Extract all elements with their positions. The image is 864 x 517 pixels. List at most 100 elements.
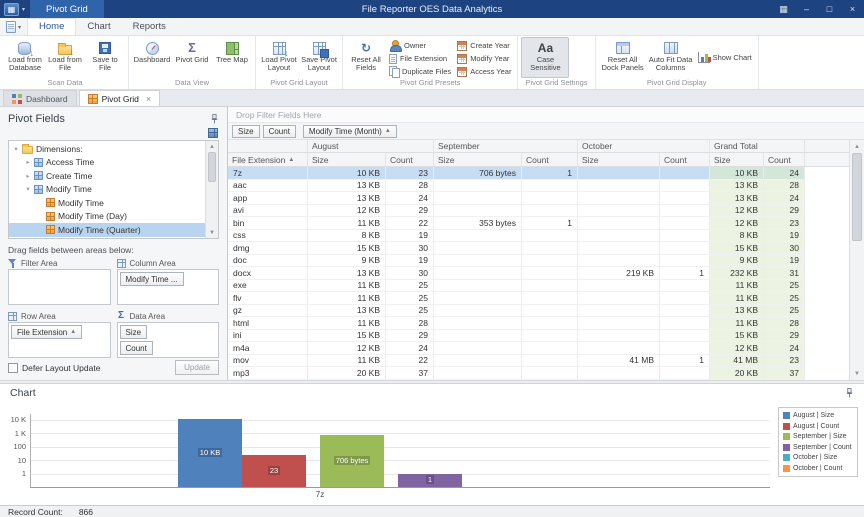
- cell-html-october-count[interactable]: [660, 317, 710, 330]
- cell-m4a-october-size[interactable]: [578, 342, 660, 355]
- tree-map-button[interactable]: Tree Map: [212, 37, 252, 78]
- row-header-ini[interactable]: ini: [228, 330, 308, 343]
- cell-m4a-october-count[interactable]: [660, 342, 710, 355]
- cell-ini-september-size[interactable]: [434, 330, 522, 343]
- row-header-dmg[interactable]: dmg: [228, 242, 308, 255]
- cell-mp3-august-count[interactable]: 37: [386, 367, 434, 380]
- access-year-preset-button[interactable]: Access Year: [454, 65, 514, 78]
- cell-flv-august-size[interactable]: 11 KB: [308, 292, 386, 305]
- expander-icon[interactable]: ▾: [23, 185, 33, 193]
- chip-count[interactable]: Count: [120, 341, 153, 355]
- cell-mov-august-count[interactable]: 22: [386, 355, 434, 368]
- cell-mp3-october-size[interactable]: [578, 367, 660, 380]
- cell-7z-august-size[interactable]: 10 KB: [308, 167, 386, 180]
- column-field-chip-modify-time-month[interactable]: Modify Time (Month) ▲: [303, 125, 397, 138]
- column-area-box[interactable]: Modify Time ...: [117, 269, 220, 305]
- cell-mp3-august-size[interactable]: 20 KB: [308, 367, 386, 380]
- cell-gz-october-size[interactable]: [578, 305, 660, 318]
- cell-ini-october-count[interactable]: [660, 330, 710, 343]
- cell-css-august-count[interactable]: 19: [386, 230, 434, 243]
- cell-mp3-october-count[interactable]: [660, 367, 710, 380]
- cell-docx-september-size[interactable]: [434, 267, 522, 280]
- cell-exe-september-size[interactable]: [434, 280, 522, 293]
- cell-app-grandtotal-size[interactable]: 13 KB: [710, 192, 764, 205]
- save-pivot-layout-button[interactable]: Save Pivot Layout: [299, 37, 339, 78]
- cell-css-october-size[interactable]: [578, 230, 660, 243]
- cell-flv-grandtotal-size[interactable]: 11 KB: [710, 292, 764, 305]
- cell-html-october-size[interactable]: [578, 317, 660, 330]
- cell-dmg-september-count[interactable]: [522, 242, 578, 255]
- cell-m4a-august-size[interactable]: 12 KB: [308, 342, 386, 355]
- cell-mp3-september-count[interactable]: [522, 367, 578, 380]
- cell-dmg-grandtotal-count[interactable]: 30: [764, 242, 805, 255]
- cell-7z-grandtotal-size[interactable]: 10 KB: [710, 167, 764, 180]
- cell-flv-august-count[interactable]: 25: [386, 292, 434, 305]
- cell-dmg-august-count[interactable]: 30: [386, 242, 434, 255]
- cell-ini-grandtotal-size[interactable]: 15 KB: [710, 330, 764, 343]
- data-area-box[interactable]: Size Count: [117, 322, 220, 358]
- cell-doc-grandtotal-size[interactable]: 9 KB: [710, 255, 764, 268]
- cell-dmg-october-size[interactable]: [578, 242, 660, 255]
- load-from-database-button[interactable]: Load from Database: [5, 37, 45, 78]
- row-header-avi[interactable]: avi: [228, 205, 308, 218]
- tab-chart[interactable]: Chart: [76, 19, 121, 35]
- app-icon[interactable]: ▦: [4, 3, 19, 16]
- row-header-html[interactable]: html: [228, 317, 308, 330]
- cell-html-grandtotal-count[interactable]: 28: [764, 317, 805, 330]
- tree-item-modify-time[interactable]: Modify Time: [9, 196, 205, 210]
- cell-doc-october-size[interactable]: [578, 255, 660, 268]
- reset-all-dock-panels-button[interactable]: Reset All Dock Panels: [599, 37, 647, 78]
- cell-app-grandtotal-count[interactable]: 24: [764, 192, 805, 205]
- cell-exe-august-size[interactable]: 11 KB: [308, 280, 386, 293]
- cell-aac-august-size[interactable]: 13 KB: [308, 180, 386, 193]
- cell-html-september-count[interactable]: [522, 317, 578, 330]
- row-header-gz[interactable]: gz: [228, 305, 308, 318]
- row-field-header[interactable]: File Extension ▲: [228, 153, 308, 167]
- cell-avi-grandtotal-size[interactable]: 12 KB: [710, 205, 764, 218]
- subheader-september-count[interactable]: Count: [522, 153, 578, 167]
- subheader-grandtotal-count[interactable]: Count: [764, 153, 805, 167]
- tab-home[interactable]: Home: [27, 18, 76, 35]
- cell-avi-grandtotal-count[interactable]: 29: [764, 205, 805, 218]
- cell-app-october-size[interactable]: [578, 192, 660, 205]
- row-header-aac[interactable]: aac: [228, 180, 308, 193]
- row-header-doc[interactable]: doc: [228, 255, 308, 268]
- modify-year-preset-button[interactable]: Modify Year: [454, 52, 514, 65]
- cell-doc-august-count[interactable]: 19: [386, 255, 434, 268]
- create-year-preset-button[interactable]: Create Year: [454, 39, 514, 52]
- row-area-box[interactable]: File Extension ▲: [8, 322, 111, 358]
- row-header-7z[interactable]: 7z: [228, 167, 308, 180]
- row-header-mov[interactable]: mov: [228, 355, 308, 368]
- cell-docx-october-count[interactable]: 1: [660, 267, 710, 280]
- cell-dmg-october-count[interactable]: [660, 242, 710, 255]
- cell-doc-september-count[interactable]: [522, 255, 578, 268]
- cell-mov-october-count[interactable]: 1: [660, 355, 710, 368]
- cell-bin-grandtotal-count[interactable]: 23: [764, 217, 805, 230]
- legend-item[interactable]: August | Count: [783, 422, 853, 431]
- update-button[interactable]: Update: [175, 360, 219, 375]
- cell-css-september-count[interactable]: [522, 230, 578, 243]
- data-field-chip-count[interactable]: Count: [263, 125, 296, 138]
- legend-item[interactable]: October | Count: [783, 464, 853, 473]
- cell-mov-september-count[interactable]: [522, 355, 578, 368]
- cell-flv-october-size[interactable]: [578, 292, 660, 305]
- cell-avi-september-size[interactable]: [434, 205, 522, 218]
- cell-docx-grandtotal-size[interactable]: 232 KB: [710, 267, 764, 280]
- cell-flv-september-count[interactable]: [522, 292, 578, 305]
- cell-avi-october-size[interactable]: [578, 205, 660, 218]
- expander-icon[interactable]: ▸: [23, 158, 33, 166]
- cell-7z-august-count[interactable]: 23: [386, 167, 434, 180]
- legend-item[interactable]: September | Count: [783, 443, 853, 452]
- cell-dmg-september-size[interactable]: [434, 242, 522, 255]
- cell-css-grandtotal-count[interactable]: 19: [764, 230, 805, 243]
- cell-app-september-size[interactable]: [434, 192, 522, 205]
- row-header-docx[interactable]: docx: [228, 267, 308, 280]
- cell-html-september-size[interactable]: [434, 317, 522, 330]
- chip-size[interactable]: Size: [120, 325, 148, 339]
- cell-m4a-september-size[interactable]: [434, 342, 522, 355]
- cell-7z-grandtotal-count[interactable]: 24: [764, 167, 805, 180]
- show-chart-button[interactable]: Show Chart: [695, 51, 755, 64]
- cell-gz-august-size[interactable]: 13 KB: [308, 305, 386, 318]
- cell-aac-august-count[interactable]: 28: [386, 180, 434, 193]
- tab-pivot-grid[interactable]: Pivot Grid ×: [79, 90, 161, 106]
